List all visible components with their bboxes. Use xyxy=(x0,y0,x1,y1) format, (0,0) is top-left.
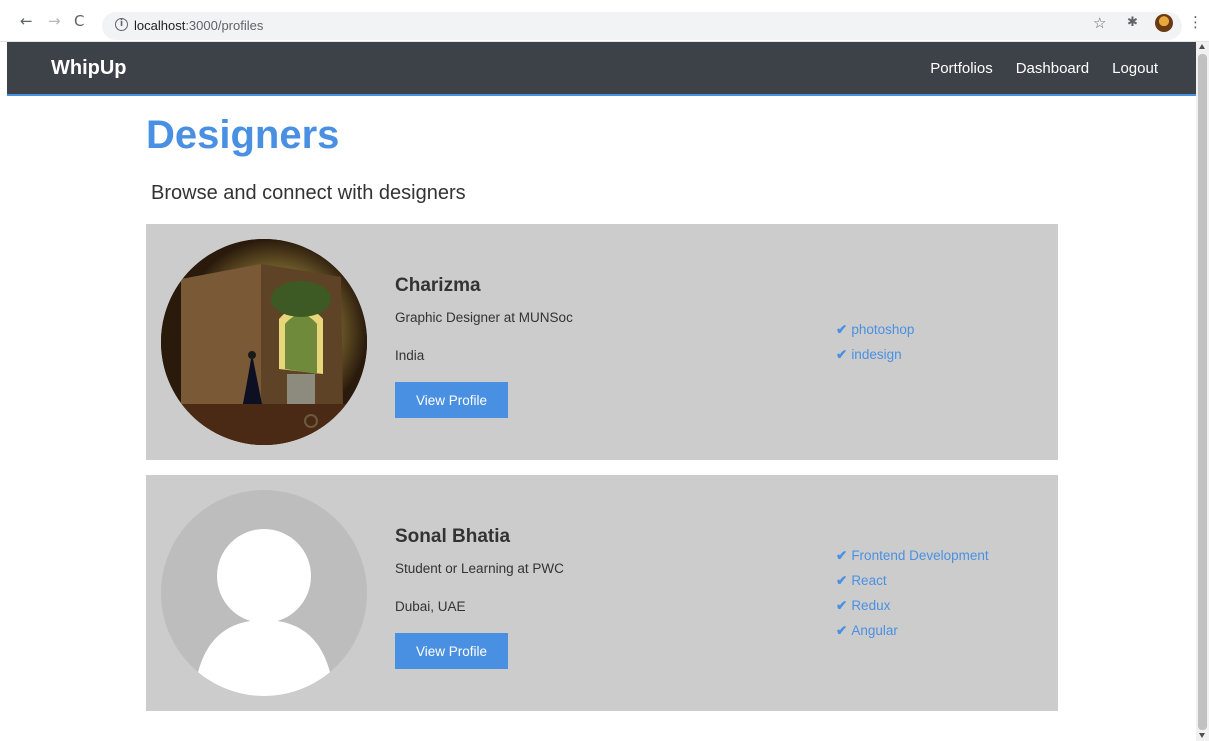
skill-label: Angular xyxy=(851,623,898,638)
nav-link-dashboard[interactable]: Dashboard xyxy=(1016,60,1089,77)
scrollbar-thumb[interactable] xyxy=(1198,54,1207,730)
view-profile-button[interactable]: View Profile xyxy=(395,382,508,418)
book-fantasy-image xyxy=(161,239,367,445)
skill-label: React xyxy=(851,573,887,588)
back-arrow-icon[interactable]: ← xyxy=(20,13,33,29)
url-host: localhost xyxy=(134,18,186,33)
profile-name: Charizma xyxy=(395,275,481,296)
browser-toolbar: ← → C i localhost:3000/profiles ☆ ✱ ⋮ xyxy=(0,0,1209,42)
profile-photo xyxy=(161,490,367,696)
brand-logo[interactable]: WhipUp xyxy=(51,57,127,80)
check-icon: ✔ xyxy=(836,623,848,638)
nav-links: Portfolios Dashboard Logout xyxy=(930,60,1158,77)
skill-label: indesign xyxy=(851,347,902,362)
default-avatar-icon xyxy=(161,490,367,696)
address-bar[interactable]: i localhost:3000/profiles xyxy=(102,12,1182,40)
nav-link-portfolios[interactable]: Portfolios xyxy=(930,60,993,77)
profile-location: Dubai, UAE xyxy=(395,599,466,614)
extensions-icon[interactable]: ✱ xyxy=(1127,15,1138,30)
info-icon[interactable]: i xyxy=(115,18,128,31)
skill-label: Frontend Development xyxy=(851,548,989,563)
skills-list: ✔ Frontend Development ✔ React ✔ Redux ✔ Ang… xyxy=(836,547,989,647)
skill-item: ✔ React xyxy=(836,572,989,597)
scroll-up-arrow-icon[interactable] xyxy=(1199,44,1205,49)
app-navbar: WhipUp Portfolios Dashboard Logout xyxy=(7,42,1196,96)
page-scrollbar[interactable] xyxy=(1196,42,1209,741)
skill-item: ✔ indesign xyxy=(836,346,914,371)
profile-card: Sonal Bhatia Student or Learning at PWC … xyxy=(146,475,1058,711)
page-title: Designers xyxy=(146,113,340,157)
skill-label: photoshop xyxy=(851,322,915,337)
skill-label: Redux xyxy=(851,598,891,613)
check-icon: ✔ xyxy=(836,573,848,588)
profile-photo xyxy=(161,239,367,445)
skill-item: ✔ Angular xyxy=(836,622,989,647)
reload-icon[interactable]: C xyxy=(74,13,84,29)
view-profile-button[interactable]: View Profile xyxy=(395,633,508,669)
nav-link-logout[interactable]: Logout xyxy=(1112,60,1158,77)
profile-location: India xyxy=(395,348,425,363)
scroll-down-arrow-icon[interactable] xyxy=(1199,733,1205,738)
profile-role: Student or Learning at PWC xyxy=(395,561,564,576)
url-path: :3000/profiles xyxy=(185,18,264,33)
forward-arrow-icon[interactable]: → xyxy=(48,13,61,29)
page-lead: Browse and connect with designers xyxy=(151,182,466,204)
skills-list: ✔ photoshop ✔ indesign xyxy=(836,321,914,371)
profile-name: Sonal Bhatia xyxy=(395,526,511,547)
check-icon: ✔ xyxy=(836,598,848,613)
skill-item: ✔ photoshop xyxy=(836,321,914,346)
url-text[interactable]: localhost:3000/profiles xyxy=(134,18,263,33)
skill-item: ✔ Frontend Development xyxy=(836,547,989,572)
profile-avatar[interactable] xyxy=(1155,14,1173,32)
browser-menu-icon[interactable]: ⋮ xyxy=(1188,13,1203,31)
check-icon: ✔ xyxy=(836,322,848,337)
bookmark-star-icon[interactable]: ☆ xyxy=(1093,14,1106,32)
skill-item: ✔ Redux xyxy=(836,597,989,622)
check-icon: ✔ xyxy=(836,548,848,563)
profile-role: Graphic Designer at MUNSoc xyxy=(395,310,573,325)
check-icon: ✔ xyxy=(836,347,848,362)
profile-card: Charizma Graphic Designer at MUNSoc Indi… xyxy=(146,224,1058,460)
